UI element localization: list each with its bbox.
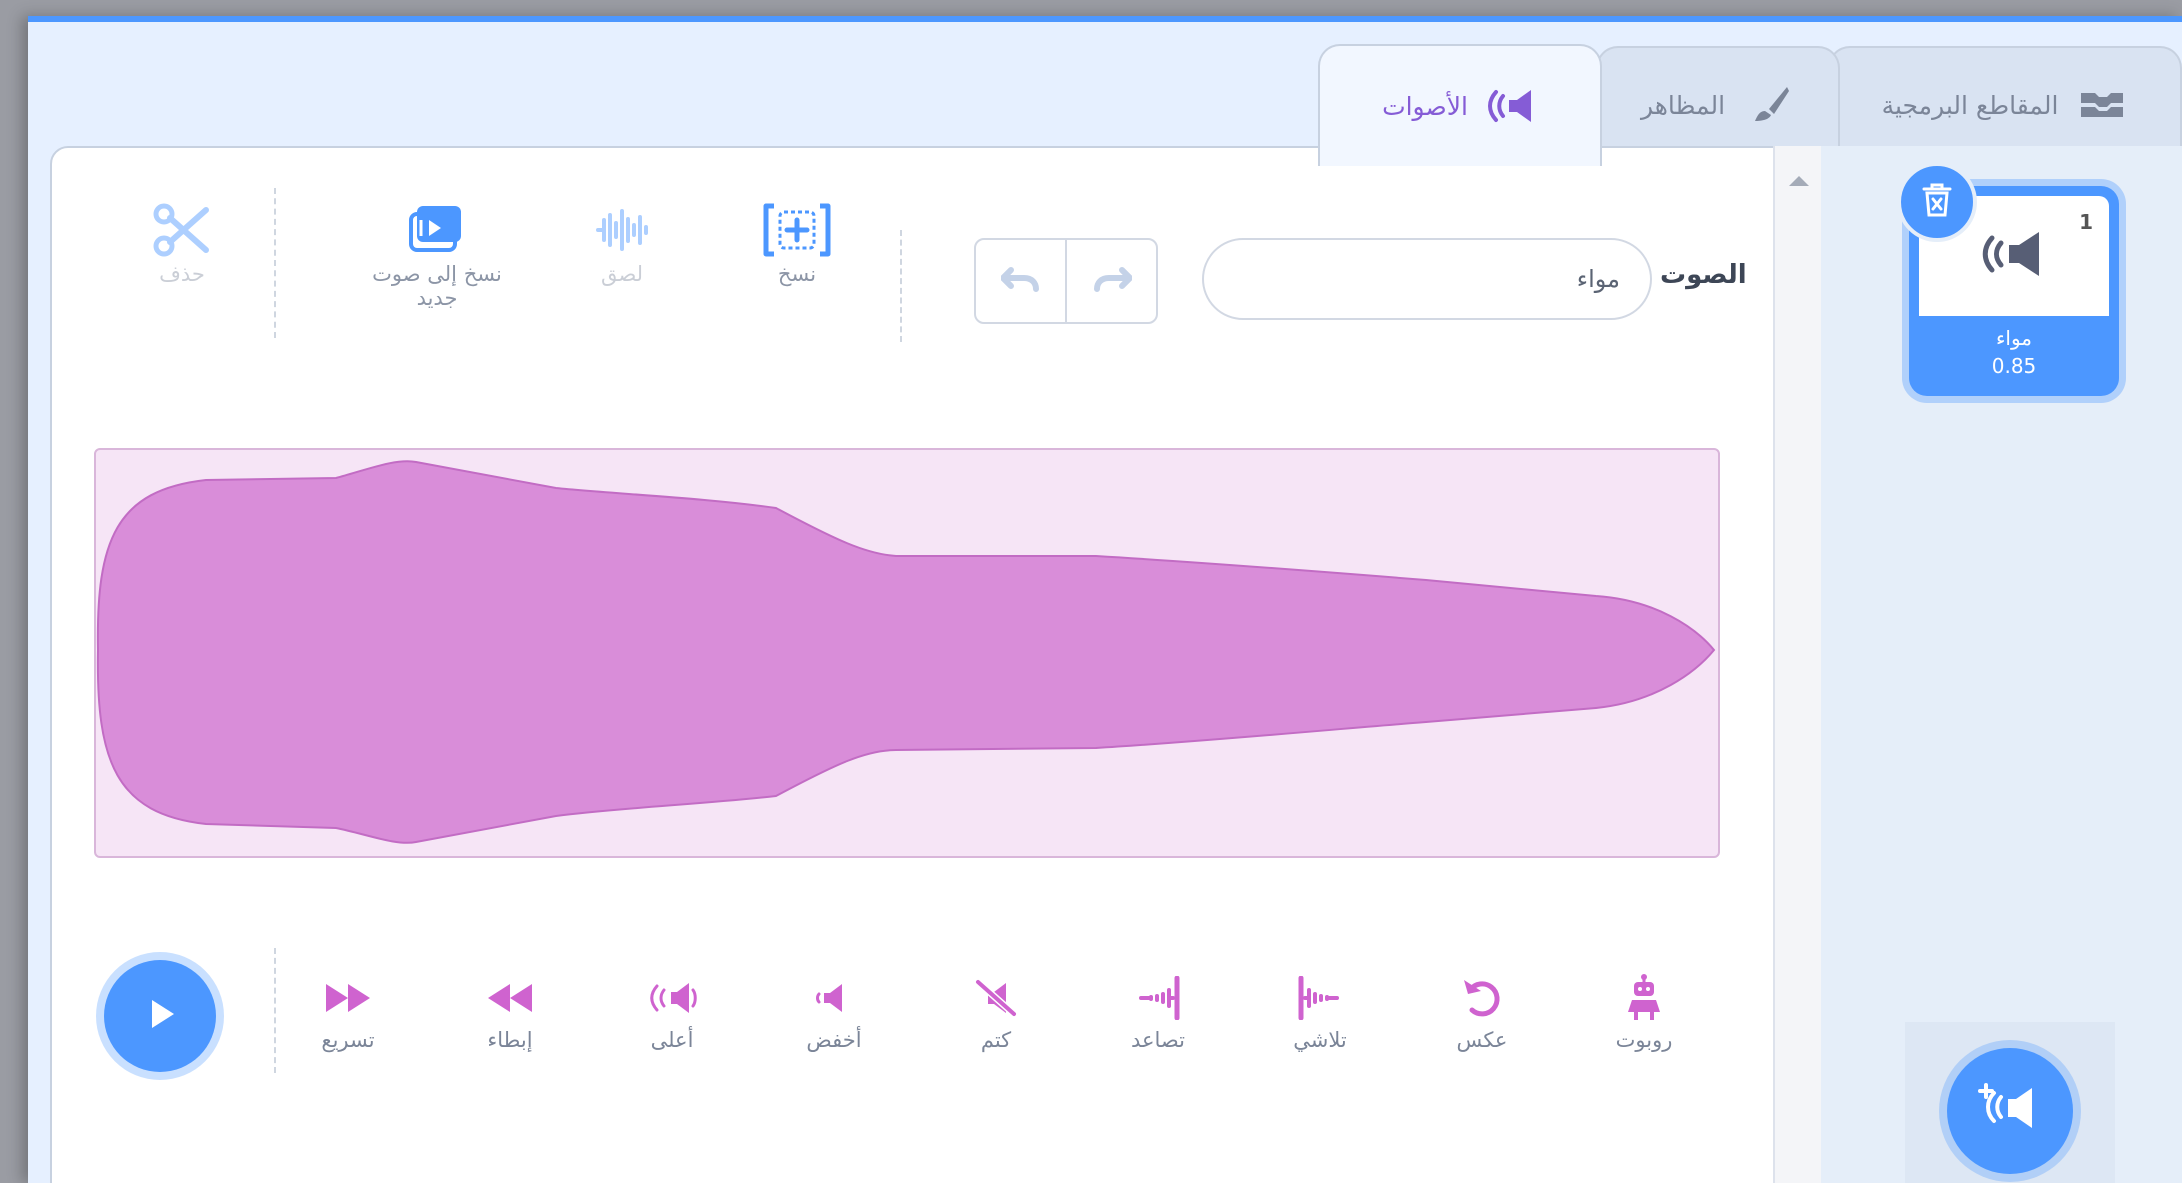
fade-in-icon: [1128, 968, 1188, 1028]
trash-icon: [1920, 181, 1954, 223]
effect-slower-button[interactable]: إبطاء: [455, 968, 565, 1052]
delete-sound-button[interactable]: [1897, 162, 1977, 242]
sound-editor-panel: الصوت نسخ لصق: [50, 146, 1796, 1183]
copy-to-new-label: نسخ إلى صوت جديد: [372, 262, 502, 310]
effect-robot-label: روبوت: [1615, 1028, 1673, 1052]
effect-fade-in-label: تصاعد: [1130, 1028, 1185, 1052]
paste-label: لصق: [600, 262, 644, 286]
tab-costumes-label: المظاهر: [1640, 90, 1726, 120]
copy-to-new-icon: [397, 198, 477, 262]
brush-icon: [1743, 85, 1795, 125]
redo-button[interactable]: [1065, 240, 1156, 322]
louder-icon: [642, 968, 702, 1028]
effect-mute-label: كتم: [980, 1028, 1012, 1052]
add-sound-button[interactable]: [1947, 1048, 2073, 1174]
sound-editor-window: المقاطع البرمجية المظاهر الأصوات الصوت م…: [28, 16, 2182, 1183]
copy-label: نسخ: [777, 262, 817, 286]
paste-icon: [582, 198, 662, 262]
speaker-icon: [1979, 229, 2049, 283]
editor-scrollbar[interactable]: [1773, 146, 1823, 1183]
paste-button[interactable]: لصق: [572, 198, 672, 286]
robot-icon: [1614, 968, 1674, 1028]
speaker-icon: [1486, 86, 1538, 126]
scissors-icon: [142, 198, 222, 262]
sound-name-input[interactable]: [1202, 238, 1652, 320]
sound-name-label: الصوت: [1660, 260, 1747, 290]
effect-softer-button[interactable]: أخفض: [779, 968, 889, 1052]
sound-item-duration: 0.85: [1991, 354, 2037, 378]
effect-reverse-button[interactable]: عكس: [1427, 968, 1537, 1052]
tab-sounds[interactable]: الأصوات: [1318, 44, 1602, 166]
effect-robot-button[interactable]: روبوت: [1589, 968, 1699, 1052]
mute-icon: [966, 968, 1026, 1028]
tab-code-label: المقاطع البرمجية: [1881, 90, 2059, 120]
effect-faster-button[interactable]: تسريع: [293, 968, 403, 1052]
sound-list: 1 مواء 0.85: [1821, 146, 2182, 1183]
fast-forward-icon: [318, 968, 378, 1028]
effect-fade-out-button[interactable]: تلاشي: [1265, 968, 1375, 1052]
copy-to-new-button[interactable]: نسخ إلى صوت جديد: [347, 198, 527, 310]
tab-sounds-label: الأصوات: [1382, 91, 1468, 121]
undo-redo-group: [974, 238, 1158, 324]
waveform-area[interactable]: [94, 448, 1720, 858]
play-button[interactable]: [104, 960, 216, 1072]
sound-item-name: مواء: [1995, 326, 2032, 350]
play-icon: [140, 994, 180, 1038]
softer-icon: [804, 968, 864, 1028]
copy-icon: [757, 198, 837, 262]
code-blocks-icon: [2076, 85, 2128, 125]
effect-softer-label: أخفض: [806, 1028, 862, 1052]
effect-fade-in-button[interactable]: تصاعد: [1103, 968, 1213, 1052]
effect-faster-label: تسريع: [321, 1028, 375, 1052]
effect-reverse-label: عكس: [1456, 1028, 1508, 1052]
effect-slower-label: إبطاء: [487, 1028, 533, 1052]
delete-button[interactable]: حذف: [132, 198, 232, 286]
effects-divider: [274, 948, 276, 1073]
toolbar-divider: [900, 230, 902, 342]
tab-code[interactable]: المقاطع البرمجية: [1828, 46, 2182, 162]
effect-mute-button[interactable]: كتم: [941, 968, 1051, 1052]
effect-fade-out-label: تلاشي: [1293, 1028, 1347, 1052]
effect-louder-button[interactable]: أعلى: [617, 968, 727, 1052]
redo-icon: [1092, 266, 1133, 296]
rewind-icon: [480, 968, 540, 1028]
effect-louder-label: أعلى: [650, 1028, 694, 1052]
undo-button[interactable]: [976, 240, 1065, 322]
tab-costumes[interactable]: المظاهر: [1596, 46, 1840, 162]
undo-icon: [999, 266, 1041, 296]
waveform: [96, 460, 1716, 844]
sound-index: 1: [2079, 210, 2093, 234]
delete-label: حذف: [159, 262, 205, 286]
scroll-up-arrow-icon[interactable]: [1789, 176, 1809, 186]
add-sound-icon: [1974, 1081, 2046, 1141]
toolbar-divider: [274, 188, 276, 338]
copy-button[interactable]: نسخ: [747, 198, 847, 286]
reverse-icon: [1452, 968, 1512, 1028]
fade-out-icon: [1290, 968, 1350, 1028]
